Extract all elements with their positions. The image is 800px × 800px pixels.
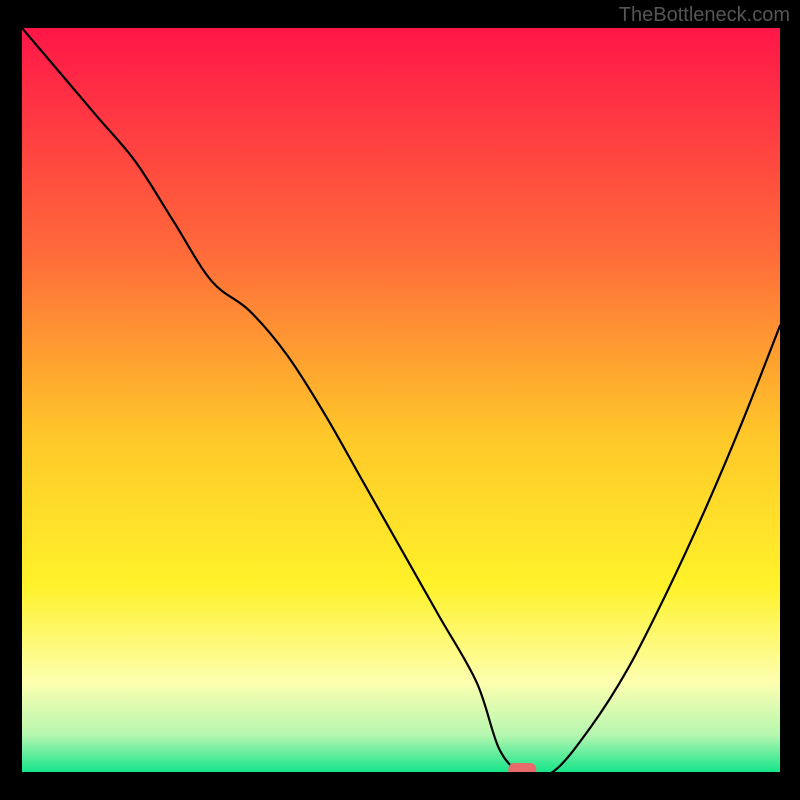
- gradient-background: [22, 28, 780, 772]
- plot-area: [22, 28, 780, 772]
- chart-container: TheBottleneck.com: [0, 0, 800, 800]
- watermark-text: TheBottleneck.com: [619, 4, 790, 27]
- chart-svg: [22, 28, 780, 772]
- optimal-marker: [508, 763, 536, 772]
